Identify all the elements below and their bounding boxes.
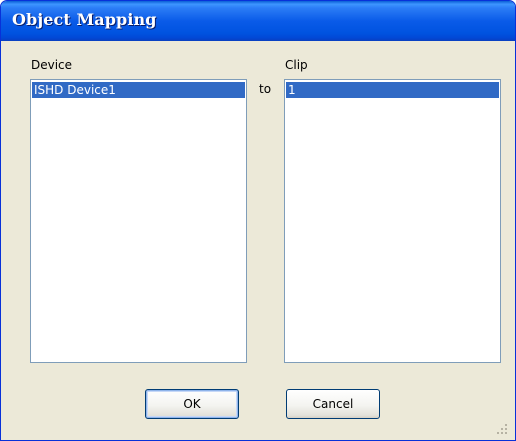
ok-button[interactable]: OK	[145, 389, 239, 419]
clip-label: Clip	[285, 58, 308, 72]
object-mapping-dialog: Object Mapping Device ISHD Device1 to Cl…	[0, 0, 516, 441]
to-label: to	[259, 82, 272, 96]
dialog-client-area: Device ISHD Device1 to Clip 1 OK Cancel	[4, 41, 510, 437]
title-bar[interactable]: Object Mapping	[1, 1, 515, 41]
cancel-button[interactable]: Cancel	[286, 389, 380, 419]
resize-grip-icon[interactable]	[496, 423, 508, 435]
clip-list-item[interactable]: 1	[286, 82, 499, 98]
device-listbox[interactable]: ISHD Device1	[30, 79, 247, 363]
clip-listbox[interactable]: 1	[284, 79, 501, 363]
dialog-title: Object Mapping	[12, 10, 157, 29]
device-list-item[interactable]: ISHD Device1	[32, 82, 245, 98]
device-label: Device	[31, 58, 73, 72]
